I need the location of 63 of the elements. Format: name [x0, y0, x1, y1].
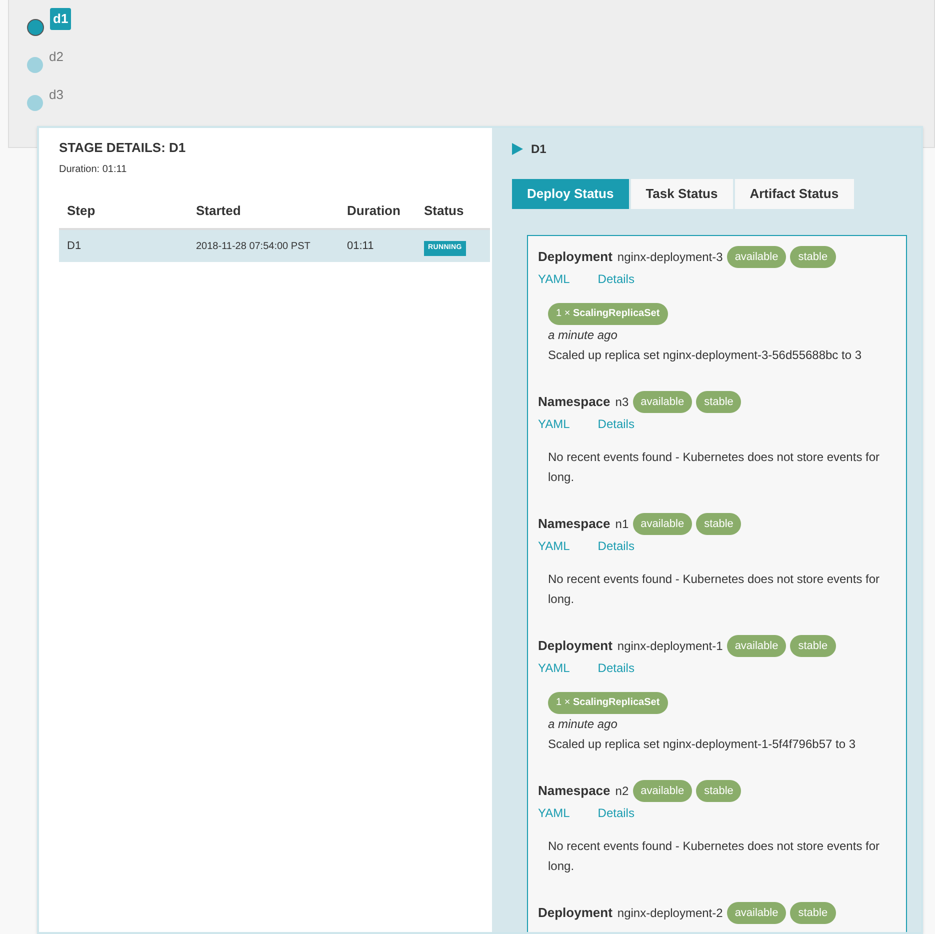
- link[interactable]: Details: [598, 659, 634, 677]
- empty-events-message: No recent events found - Kubernetes does not store events for long.: [547, 449, 881, 486]
- detail-title: D1: [531, 141, 546, 158]
- stage-node[interactable]: [27, 95, 43, 111]
- column-header: Duration: [346, 202, 402, 220]
- link[interactable]: YAML: [538, 270, 570, 288]
- stage-label[interactable]: d1: [50, 8, 72, 30]
- column-header: Step: [66, 202, 96, 220]
- status-tag: available: [726, 635, 786, 657]
- event-time: a minute ago: [548, 327, 618, 344]
- table-cell-text: D1: [66, 238, 82, 254]
- resource-name: n1: [615, 516, 629, 533]
- resource-kind: Namespace: [538, 782, 610, 800]
- play-icon: [512, 143, 523, 155]
- empty-events-message: No recent events found - Kubernetes does not store events for long.: [547, 571, 881, 608]
- tab[interactable]: Artifact Status: [734, 179, 854, 209]
- event-message: Scaled up replica set nginx-deployment-3-56d55688bc to 3: [548, 347, 862, 364]
- stage-node[interactable]: [27, 19, 44, 36]
- status-tag: stable: [696, 780, 742, 802]
- status-tag: stable: [790, 635, 836, 657]
- link[interactable]: Details: [598, 415, 634, 433]
- stage-label[interactable]: d2: [49, 46, 64, 68]
- status-tag: stable: [696, 391, 742, 413]
- event-time: a minute ago: [548, 716, 618, 733]
- column-header: Started: [195, 202, 242, 220]
- link[interactable]: YAML: [538, 415, 570, 433]
- link[interactable]: Details: [598, 804, 634, 822]
- status-tag: available: [726, 246, 786, 268]
- resource-name: nginx-deployment-2: [617, 905, 723, 922]
- resource-kind: Namespace: [538, 515, 610, 534]
- resource-name: nginx-deployment-3: [617, 249, 723, 266]
- resource-name: n2: [615, 783, 629, 800]
- link[interactable]: YAML: [538, 659, 570, 677]
- resource-kind: Namespace: [538, 393, 610, 412]
- event-badge: 1 × ScalingReplicaSet: [548, 303, 668, 325]
- panel-title: STAGE DETAILS: D1: [59, 139, 187, 157]
- table-cell-text: 01:11: [346, 238, 375, 254]
- link[interactable]: YAML: [538, 537, 570, 555]
- status-tag: available: [632, 513, 692, 535]
- link[interactable]: Details: [598, 537, 634, 555]
- resource-kind: Deployment: [538, 637, 612, 656]
- link[interactable]: YAML: [538, 804, 570, 822]
- column-header: Status: [423, 202, 464, 220]
- status-tag: stable: [696, 513, 742, 535]
- event-badge: 1 × ScalingReplicaSet: [548, 692, 668, 714]
- stage-label[interactable]: d3: [49, 84, 64, 106]
- resource-kind: Deployment: [538, 248, 612, 266]
- stage-node[interactable]: [27, 57, 43, 73]
- tab[interactable]: Task Status: [630, 179, 733, 209]
- tab[interactable]: Deploy Status: [512, 179, 629, 209]
- status-tag: stable: [790, 902, 836, 924]
- resource-kind: Deployment: [538, 904, 612, 922]
- resource-name: nginx-deployment-1: [617, 638, 723, 655]
- status-tag: available: [632, 391, 692, 413]
- status-tag: available: [726, 902, 786, 924]
- table-cell-text: 2018-11-28 07:54:00 PST: [195, 240, 312, 254]
- status-tag: available: [632, 780, 692, 802]
- event-message: Scaled up replica set nginx-deployment-1-5f4f796b57 to 3: [548, 736, 856, 753]
- status-tag: stable: [790, 246, 836, 268]
- duration-text: Duration: 01:11: [59, 162, 128, 176]
- link[interactable]: Details: [598, 270, 634, 288]
- empty-events-message: No recent events found - Kubernetes does not store events for long.: [547, 838, 881, 875]
- resource-name: n3: [615, 394, 629, 411]
